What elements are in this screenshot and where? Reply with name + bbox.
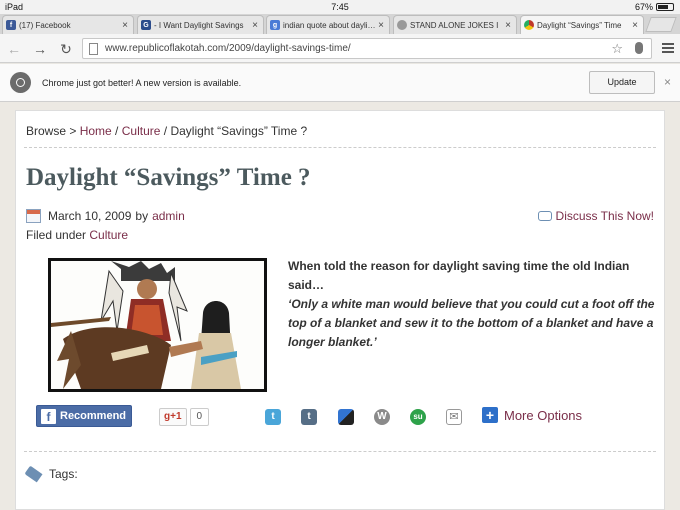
facebook-favicon-icon: f — [6, 20, 16, 30]
close-tab-icon[interactable]: × — [376, 20, 386, 31]
plus-icon: + — [482, 407, 498, 423]
more-options-label[interactable]: More Options — [504, 408, 582, 423]
tab-title: indian quote about dayligh — [283, 20, 376, 30]
clock: 7:45 — [331, 2, 349, 12]
tab-title: - I Want Daylight Savings — [154, 20, 244, 30]
comment-bubble-icon — [537, 211, 552, 221]
forward-arrow-icon[interactable]: → — [31, 40, 49, 58]
email-icon[interactable]: ✉ — [446, 409, 462, 425]
google-plus-one[interactable]: g+1 0 — [159, 408, 210, 426]
tag-icon — [24, 465, 43, 483]
wordpress-icon[interactable]: W — [374, 409, 390, 425]
close-tab-icon[interactable]: × — [630, 20, 640, 31]
author-link[interactable]: admin — [152, 209, 185, 223]
update-button[interactable]: Update — [589, 71, 655, 94]
stumbleupon-icon[interactable]: su — [410, 409, 426, 425]
chrome-menu-icon[interactable] — [662, 43, 674, 53]
battery-percent: 67% — [634, 2, 653, 12]
filed-under: Filed under Culture — [26, 228, 128, 242]
tab-daylight-savings-blog[interactable]: G - I Want Daylight Savings × — [137, 15, 264, 34]
battery-icon — [656, 3, 674, 11]
tab-google-search[interactable]: g indian quote about dayligh × — [266, 15, 390, 34]
back-arrow-icon[interactable]: ← — [5, 40, 23, 58]
ios-status-bar: iPad 7:45 67% — [0, 0, 680, 14]
native-american-illustration — [51, 261, 264, 389]
post-title[interactable]: Daylight “Savings” Time ? — [26, 164, 311, 192]
divider — [24, 451, 656, 452]
tab-stand-alone-jokes[interactable]: STAND ALONE JOKES I × — [393, 15, 517, 34]
quote-block: When told the reason for daylight saving… — [288, 257, 658, 352]
breadcrumb-home-link[interactable]: Home — [80, 124, 112, 138]
facebook-recommend-button[interactable]: f Recommend — [36, 405, 132, 427]
tab-daylight-savings-time[interactable]: Daylight “Savings” Time × — [520, 15, 644, 34]
post-by: by — [135, 209, 149, 223]
breadcrumb-current: Daylight “Savings” Time ? — [170, 124, 308, 138]
divider — [24, 147, 656, 148]
breadcrumb-separator: / — [160, 124, 171, 138]
new-tab-button[interactable] — [645, 17, 677, 32]
site-favicon-icon: G — [141, 20, 151, 30]
url-text[interactable]: www.republicoflakotah.com/2009/daylight-… — [105, 43, 351, 54]
quote-intro: When told the reason for daylight saving… — [288, 259, 630, 292]
breadcrumb: Browse > Home / Culture / Daylight “Savi… — [26, 124, 307, 138]
twitter-icon[interactable]: t — [265, 409, 281, 425]
tab-facebook[interactable]: f (17) Facebook × — [2, 15, 134, 34]
tab-title: (17) Facebook — [19, 20, 71, 30]
filed-under-label: Filed under — [26, 228, 87, 242]
reload-icon[interactable]: ↻ — [57, 40, 75, 58]
post-date: March 10, 2009 — [48, 209, 132, 223]
close-tab-icon[interactable]: × — [503, 20, 513, 31]
address-bar[interactable]: www.republicoflakotah.com/2009/daylight-… — [82, 38, 652, 59]
quote-body: ‘Only a white man would believe that you… — [288, 297, 655, 349]
update-infobar: Chrome just got better! A new version is… — [0, 64, 680, 102]
microphone-icon[interactable] — [635, 42, 643, 54]
share-bar: f Recommend g+1 0 t t W su ✉ + More Opti… — [36, 405, 656, 429]
plus-one-count: 0 — [189, 408, 210, 426]
site-favicon-icon — [524, 20, 534, 30]
post-image — [48, 258, 267, 392]
more-options-button[interactable]: + More Options — [482, 407, 582, 423]
post-meta: March 10, 2009 by admin — [26, 209, 185, 223]
calendar-icon — [26, 209, 41, 223]
filed-category-link[interactable]: Culture — [89, 228, 128, 242]
tab-strip: f (17) Facebook × G - I Want Daylight Sa… — [0, 14, 680, 34]
discuss-link[interactable]: Discuss This Now! — [537, 209, 654, 223]
browser-toolbar: ← → ↻ www.republicoflakotah.com/2009/day… — [0, 34, 680, 63]
globe-favicon-icon — [397, 20, 407, 30]
close-tab-icon[interactable]: × — [250, 20, 260, 31]
delicious-icon[interactable] — [338, 409, 354, 425]
tumblr-icon[interactable]: t — [301, 409, 317, 425]
bookmark-star-icon[interactable]: ☆ — [611, 41, 623, 57]
infobar-message: Chrome just got better! A new version is… — [42, 78, 242, 88]
tab-title: Daylight “Savings” Time — [537, 20, 622, 30]
google-favicon-icon: g — [270, 20, 280, 30]
breadcrumb-separator: / — [111, 124, 122, 138]
discuss-label[interactable]: Discuss This Now! — [556, 209, 654, 223]
tab-title: STAND ALONE JOKES I — [410, 20, 499, 30]
battery-status: 67% — [635, 2, 674, 12]
recommend-label: Recommend — [60, 410, 127, 422]
close-infobar-icon[interactable]: × — [664, 75, 671, 89]
breadcrumb-prefix: Browse > — [26, 124, 80, 138]
chrome-logo-icon — [10, 72, 31, 93]
plus-one-label: +1 — [170, 411, 182, 422]
page-icon — [89, 43, 98, 55]
post-container: Browse > Home / Culture / Daylight “Savi… — [15, 110, 665, 510]
facebook-icon: f — [41, 408, 56, 424]
web-page: Browse > Home / Culture / Daylight “Savi… — [0, 102, 680, 510]
google-plus-button[interactable]: g+1 — [159, 408, 187, 426]
breadcrumb-category-link[interactable]: Culture — [122, 124, 161, 138]
tags-label: Tags: — [49, 467, 78, 481]
close-tab-icon[interactable]: × — [120, 20, 130, 31]
tags-section: Tags: — [24, 465, 78, 483]
